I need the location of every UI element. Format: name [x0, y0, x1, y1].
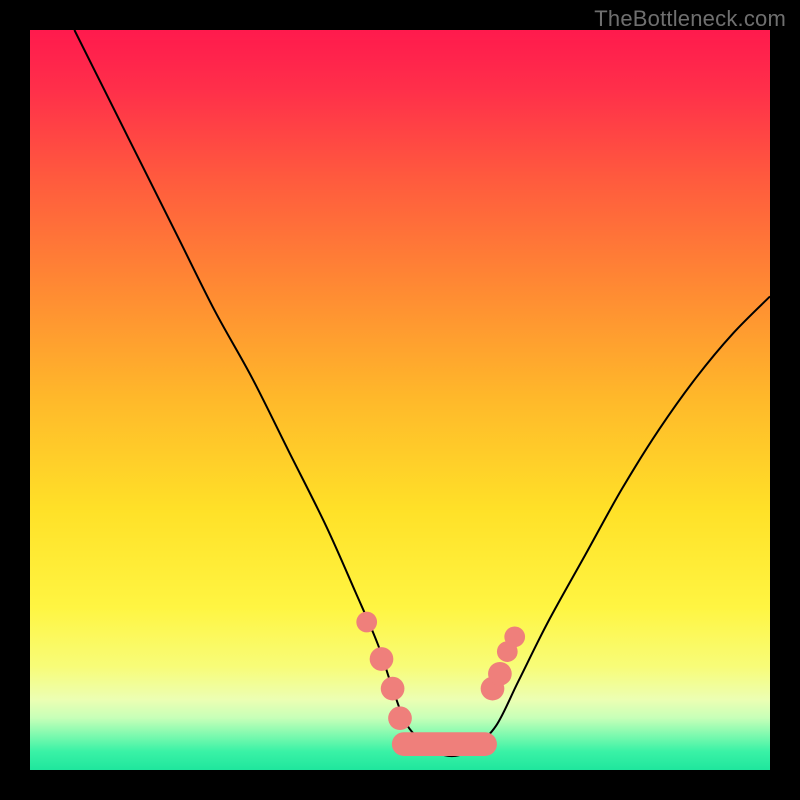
- chart-frame: TheBottleneck.com: [0, 0, 800, 800]
- curve-marker: [488, 662, 512, 686]
- curve-marker: [381, 677, 405, 701]
- curve-marker: [388, 706, 412, 730]
- watermark-text: TheBottleneck.com: [594, 6, 786, 32]
- curve-marker: [504, 626, 525, 647]
- bottleneck-curve: [74, 30, 770, 756]
- curve-marker: [356, 612, 377, 633]
- curve-layer: [30, 30, 770, 770]
- curve-markers: [356, 612, 525, 730]
- plot-area: [30, 30, 770, 770]
- curve-marker: [370, 647, 394, 671]
